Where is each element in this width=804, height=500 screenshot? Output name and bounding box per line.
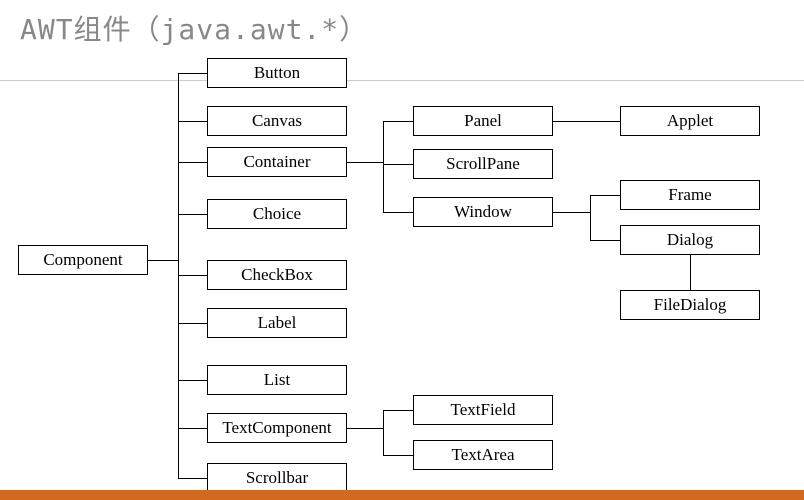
node-choice: Choice [207, 199, 347, 229]
connector [383, 212, 413, 213]
horizontal-rule [0, 80, 804, 81]
bottom-accent-bar [0, 490, 804, 500]
connector [590, 195, 591, 240]
connector [178, 478, 207, 479]
connector [178, 121, 207, 122]
connector [148, 260, 178, 261]
connector [178, 380, 207, 381]
node-window: Window [413, 197, 553, 227]
connector [690, 255, 691, 290]
connector [383, 410, 384, 455]
connector [383, 455, 413, 456]
connector [553, 212, 590, 213]
node-frame: Frame [620, 180, 760, 210]
node-scrollbar: Scrollbar [207, 463, 347, 493]
connector [178, 323, 207, 324]
node-filedialog: FileDialog [620, 290, 760, 320]
connector [178, 162, 207, 163]
node-panel: Panel [413, 106, 553, 136]
connector [590, 195, 620, 196]
diagram-title: AWT组件（java.awt.*） [20, 8, 368, 48]
connector [553, 121, 620, 122]
connector [178, 214, 207, 215]
connector [178, 275, 207, 276]
node-container: Container [207, 147, 347, 177]
node-list: List [207, 365, 347, 395]
node-scrollpane: ScrollPane [413, 149, 553, 179]
node-canvas: Canvas [207, 106, 347, 136]
connector [590, 240, 620, 241]
node-component: Component [18, 245, 148, 275]
connector [383, 410, 413, 411]
node-label: Label [207, 308, 347, 338]
connector [178, 428, 207, 429]
node-button: Button [207, 58, 347, 88]
node-checkbox: CheckBox [207, 260, 347, 290]
connector [347, 428, 383, 429]
connector [178, 73, 207, 74]
node-applet: Applet [620, 106, 760, 136]
connector [383, 121, 413, 122]
node-dialog: Dialog [620, 225, 760, 255]
connector [347, 162, 383, 163]
connector [383, 121, 384, 212]
node-textarea: TextArea [413, 440, 553, 470]
connector [383, 164, 413, 165]
node-textfield: TextField [413, 395, 553, 425]
node-textcomponent: TextComponent [207, 413, 347, 443]
